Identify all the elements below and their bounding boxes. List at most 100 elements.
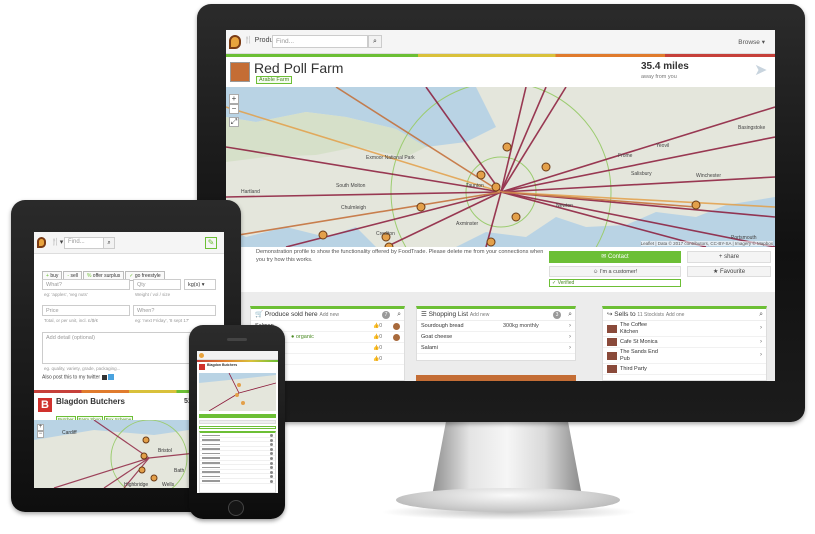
shopping-list-panel: ☰ Shopping List Add new 3 ⌕ Sourdough br…: [416, 306, 576, 361]
svg-text:Winchester: Winchester: [696, 173, 721, 179]
foodtrade-logo-icon[interactable]: [229, 35, 241, 49]
phone-customer-button[interactable]: [199, 420, 276, 424]
exit-arrow-icon: ↪: [607, 311, 613, 318]
tablet-search-input[interactable]: Find...: [64, 237, 104, 249]
stockists-count[interactable]: 11 Stockists: [637, 312, 664, 318]
svg-text:Hartland: Hartland: [241, 189, 260, 195]
compose-icon[interactable]: ✎: [205, 237, 217, 249]
avatar: [393, 334, 400, 341]
stockist-row[interactable]: Cafe St Monica ›: [603, 337, 766, 348]
produce-add-link[interactable]: Add new: [320, 312, 339, 318]
monitor-stand: [432, 416, 582, 496]
svg-text:Wells: Wells: [162, 482, 175, 488]
favourite-button[interactable]: ★ Favourite: [687, 266, 771, 277]
shopping-row[interactable]: Salami ›: [417, 343, 575, 354]
twitter-checkbox[interactable]: [102, 374, 108, 380]
price-field[interactable]: Price: [42, 305, 130, 316]
map-svg: Basingstoke Winchester Salisbury Portsmo…: [226, 87, 775, 247]
distance-caption: away from you: [641, 74, 677, 80]
farm-type-tag[interactable]: Arable Farm: [256, 76, 293, 84]
qty-hint: Weight / vol / size: [135, 292, 171, 297]
svg-text:Frome: Frome: [618, 153, 633, 159]
share-button[interactable]: + share: [687, 251, 771, 263]
svg-text:Yeovil: Yeovil: [656, 143, 669, 149]
phone-map[interactable]: [199, 373, 276, 411]
sells-add-link[interactable]: Add one: [666, 312, 685, 318]
like-button[interactable]: 👍0: [373, 343, 382, 354]
like-button[interactable]: 👍0: [373, 354, 382, 365]
connections-map[interactable]: Basingstoke Winchester Salisbury Portsmo…: [226, 87, 775, 247]
chevron-right-icon[interactable]: ›: [760, 337, 762, 348]
phone-navbar: [197, 351, 278, 360]
foodtrade-logo-icon[interactable]: [199, 353, 204, 358]
search-input[interactable]: Find...: [272, 35, 368, 48]
search-button[interactable]: ⌕: [368, 35, 382, 48]
home-button[interactable]: [228, 500, 244, 516]
twitter-option[interactable]: Also post this to my twitter: [42, 374, 115, 381]
produce-search-icon[interactable]: ⌕: [397, 309, 401, 321]
tag-label: organic: [295, 334, 314, 340]
zoom-out-button[interactable]: −: [229, 104, 239, 114]
verified-badge: ✓ Verified: [549, 279, 681, 287]
like-count: 0: [379, 345, 382, 351]
stockist-row[interactable]: The Sands End Pub ›: [603, 348, 766, 364]
panel-footer-bar: [416, 375, 576, 381]
shopping-row[interactable]: Goat cheese ›: [417, 332, 575, 343]
twitter-label: Also post this to my twitter: [42, 374, 101, 381]
like-count: 0: [379, 334, 382, 340]
shopping-row[interactable]: Sourdough bread 300kg monthly ›: [417, 321, 575, 332]
map-attribution[interactable]: Leaflet | Data © 2017 contributors, CC-B…: [640, 241, 773, 246]
stockist-name: The Coffee Kitchen: [620, 322, 648, 335]
sells-search-icon[interactable]: ⌕: [759, 309, 763, 321]
phone-contact-button[interactable]: [199, 414, 276, 418]
zoom-out-button[interactable]: −: [37, 431, 44, 438]
chevron-right-icon[interactable]: ›: [569, 332, 571, 343]
zoom-in-button[interactable]: +: [229, 94, 239, 104]
chevron-right-icon[interactable]: ›: [760, 352, 762, 359]
shopping-search-icon[interactable]: ⌕: [568, 309, 572, 321]
phone-map-svg: [199, 373, 276, 411]
what-field[interactable]: What?: [42, 279, 130, 290]
qty-field[interactable]: Qty: [133, 279, 181, 290]
stockist-thumbnail: [607, 325, 617, 333]
svg-text:Cardiff: Cardiff: [62, 430, 77, 436]
tablet-farm-name: Blagdon Butchers: [56, 397, 125, 406]
share-label: share: [724, 254, 740, 260]
like-button[interactable]: 👍0: [373, 332, 382, 343]
basket-icon: 🛒: [255, 311, 264, 318]
stockist-row[interactable]: Third Party: [603, 364, 766, 375]
svg-text:Chulmleigh: Chulmleigh: [341, 205, 366, 211]
like-count: 0: [379, 323, 382, 329]
stockist-name: The Sands End Pub: [620, 349, 658, 362]
chevron-right-icon[interactable]: ›: [569, 343, 571, 354]
when-field[interactable]: When?: [133, 305, 216, 316]
list-item[interactable]: [200, 479, 275, 484]
map-zoom-controls: + − ⤢: [229, 94, 239, 127]
favourite-label: Favourite: [720, 269, 746, 275]
like-button[interactable]: 👍0: [373, 321, 382, 332]
list-icon: ☰: [421, 311, 427, 318]
search-icon: ⌕: [107, 240, 111, 246]
zoom-in-button[interactable]: +: [37, 424, 44, 431]
distance-value: 35.4 miles: [641, 61, 689, 72]
foodtrade-logo-icon[interactable]: [37, 237, 46, 248]
unit-select[interactable]: kg(s) ▾: [184, 279, 216, 290]
navigation-arrow-icon: ➤: [754, 62, 768, 79]
tablet-search-button[interactable]: ⌕: [103, 237, 115, 249]
fork-knife-icon[interactable]: 🍴▾: [51, 238, 63, 246]
contact-button[interactable]: ✉ Contact: [549, 251, 681, 263]
svg-text:Newton: Newton: [556, 203, 573, 209]
browse-menu[interactable]: Browse ▾: [738, 38, 765, 46]
price-hint: Total, or per unit, incl. £/$/€: [44, 318, 99, 323]
produce-panel-title: Produce: [264, 311, 290, 318]
fullscreen-button[interactable]: ⤢: [229, 117, 239, 127]
organic-tag: ● organic: [291, 334, 314, 340]
chevron-right-icon[interactable]: ›: [569, 321, 571, 332]
svg-text:Highbridge: Highbridge: [124, 482, 148, 488]
sells-panel-title: Sells to: [614, 311, 636, 318]
chevron-right-icon[interactable]: ›: [760, 325, 762, 332]
shopping-add-link[interactable]: Add new: [470, 312, 489, 318]
stockist-row[interactable]: The Coffee Kitchen ›: [603, 321, 766, 337]
customer-button[interactable]: ☺ I'm a customer!: [549, 266, 681, 277]
shopping-item-name: Sourdough bread: [421, 323, 464, 329]
